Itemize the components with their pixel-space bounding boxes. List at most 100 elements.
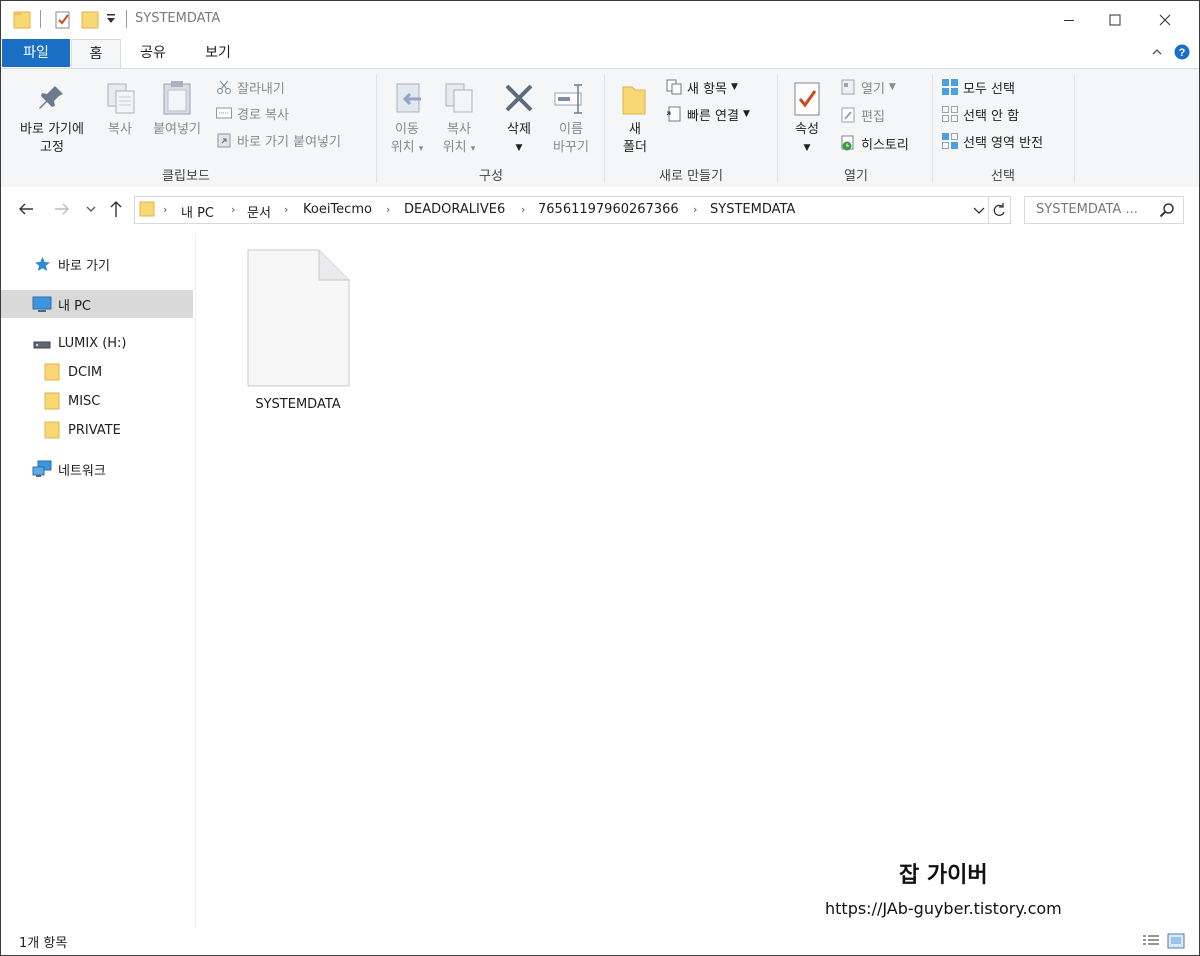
- invert-selection-button[interactable]: 선택 영역 반전: [941, 130, 1043, 152]
- copy-path-button[interactable]: 경로 복사: [215, 102, 289, 124]
- chevron-down-icon: [86, 206, 96, 212]
- copy-path-label: 경로 복사: [237, 107, 289, 123]
- file-icon: [247, 249, 351, 391]
- address-row: › 내 PC › 문서 › KoeiTecmo › DEADORALIVE6 ›…: [1, 187, 1199, 231]
- open-button[interactable]: 열기 ▼: [839, 76, 896, 98]
- copy-button[interactable]: 복사: [97, 121, 143, 139]
- folder-icon: [44, 392, 60, 414]
- properties-button[interactable]: 속성 ▼: [785, 121, 829, 157]
- select-none-label: 선택 안 함: [963, 108, 1020, 124]
- window-title: SYSTEMDATA: [135, 11, 221, 26]
- forward-button[interactable]: [54, 201, 70, 221]
- nav-item-dcim[interactable]: DCIM: [1, 358, 193, 386]
- paste-shortcut-label: 바로 가기 붙여넣기: [237, 134, 341, 150]
- invert-selection-label: 선택 영역 반전: [963, 135, 1044, 151]
- select-all-button[interactable]: 모두 선택: [941, 76, 1015, 98]
- dropdown-arrow-icon: ▾: [470, 144, 476, 154]
- move-to-button[interactable]: 이동 위치 ▾: [383, 121, 431, 158]
- breadcrumb-item[interactable]: 내 PC: [181, 202, 214, 221]
- delete-icon: [504, 83, 534, 117]
- vertical-scrollbar[interactable]: [1184, 231, 1199, 928]
- edit-icon: [839, 106, 857, 124]
- maximize-button[interactable]: [1092, 1, 1138, 39]
- breadcrumb-item[interactable]: KoeiTecmo: [303, 202, 372, 217]
- nav-item-lumix-drive[interactable]: LUMIX (H:): [1, 329, 193, 357]
- arrow-up-icon: [110, 201, 122, 217]
- cut-label: 잘라내기: [237, 81, 285, 97]
- breadcrumb-item[interactable]: 76561197960267366: [538, 202, 679, 217]
- copy-to-button[interactable]: 복사 위치 ▾: [435, 121, 483, 158]
- refresh-button[interactable]: [992, 202, 1006, 222]
- delete-button[interactable]: 삭제 ▼: [495, 121, 543, 157]
- computer-icon: [32, 296, 52, 317]
- ribbon-tabs: 파일 홈 공유 보기 ?: [1, 39, 1199, 69]
- breadcrumb-item[interactable]: 문서: [247, 202, 271, 221]
- cut-button[interactable]: 잘라내기: [215, 76, 285, 98]
- tab-view[interactable]: 보기: [193, 39, 243, 67]
- search-input[interactable]: SYSTEMDATA ...: [1024, 196, 1184, 224]
- ribbon-divider: [604, 75, 605, 183]
- properties-icon: [792, 81, 822, 121]
- watermark-title: 잡 가이버: [899, 863, 988, 888]
- maximize-icon: [1109, 14, 1121, 26]
- search-placeholder: SYSTEMDATA ...: [1036, 202, 1138, 217]
- copyto-label-1: 복사: [447, 122, 471, 137]
- up-button[interactable]: [108, 200, 124, 222]
- tab-share[interactable]: 공유: [128, 39, 178, 67]
- file-item[interactable]: SYSTEMDATA: [237, 247, 359, 421]
- customize-quick-access-icon[interactable]: [105, 12, 117, 30]
- new-item-button[interactable]: 새 항목 ▼: [665, 76, 738, 98]
- nav-item-quick-access[interactable]: 바로 가기: [1, 250, 193, 278]
- nav-label: PRIVATE: [68, 422, 121, 438]
- item-count: 1개 항목: [19, 936, 68, 951]
- collapse-ribbon-icon[interactable]: [1151, 46, 1163, 62]
- properties-label: 속성: [795, 122, 819, 137]
- tab-file[interactable]: 파일: [2, 39, 70, 67]
- history-button[interactable]: 히스토리: [839, 132, 909, 154]
- move-label-2: 위치: [390, 140, 415, 155]
- nav-item-private[interactable]: PRIVATE: [1, 416, 193, 444]
- new-folder-button[interactable]: 새 폴더: [613, 121, 657, 157]
- nav-item-misc[interactable]: MISC: [1, 387, 193, 415]
- toolbar-divider: [40, 10, 41, 28]
- pin-quick-access-button[interactable]: 바로 가기에 고정: [7, 121, 97, 157]
- chevron-down-icon: [973, 207, 985, 214]
- new-folder-quick-icon[interactable]: [81, 10, 99, 34]
- rename-button[interactable]: 이름 바꾸기: [545, 121, 597, 157]
- paste-shortcut-button[interactable]: 바로 가기 붙여넣기: [215, 129, 341, 151]
- large-icons-view-button[interactable]: [1167, 933, 1185, 953]
- select-none-button[interactable]: 선택 안 함: [941, 103, 1019, 125]
- easy-access-button[interactable]: 빠른 연결 ▼: [665, 103, 750, 125]
- address-dropdown-button[interactable]: [973, 205, 985, 220]
- breadcrumb-separator: ›: [386, 203, 391, 216]
- invert-selection-icon: [941, 132, 959, 150]
- edit-button[interactable]: 편집: [839, 104, 885, 126]
- pin-icon: [37, 83, 67, 119]
- history-icon: [839, 134, 857, 152]
- select-all-icon: [941, 78, 959, 96]
- minimize-button[interactable]: [1046, 1, 1092, 39]
- nav-item-this-pc[interactable]: 내 PC: [1, 290, 193, 318]
- paste-button[interactable]: 붙여넣기: [145, 121, 209, 139]
- help-icon[interactable]: ?: [1174, 44, 1190, 64]
- tab-home[interactable]: 홈: [71, 39, 121, 69]
- address-bar[interactable]: › 내 PC › 문서 › KoeiTecmo › DEADORALIVE6 ›…: [134, 196, 1011, 224]
- toolbar-divider: [126, 10, 127, 28]
- breadcrumb-item[interactable]: SYSTEMDATA: [710, 202, 795, 217]
- svg-text:?: ?: [1179, 47, 1186, 59]
- paste-icon: [161, 79, 193, 121]
- nav-label: LUMIX (H:): [58, 335, 127, 351]
- breadcrumb-item[interactable]: DEADORALIVE6: [404, 202, 505, 217]
- close-button[interactable]: [1142, 1, 1188, 39]
- open-group-label: 열기: [844, 169, 868, 184]
- copy-path-icon: [215, 104, 233, 122]
- back-button[interactable]: [18, 201, 34, 221]
- nav-item-network[interactable]: 네트워크: [1, 455, 193, 483]
- folder-icon: [13, 10, 31, 34]
- dropdown-arrow-icon: ▼: [515, 143, 523, 153]
- pane-divider: [195, 233, 196, 928]
- properties-quick-icon[interactable]: [54, 10, 72, 34]
- details-view-button[interactable]: [1142, 934, 1160, 952]
- recent-locations-button[interactable]: [86, 203, 96, 218]
- arrow-left-icon: [19, 203, 33, 215]
